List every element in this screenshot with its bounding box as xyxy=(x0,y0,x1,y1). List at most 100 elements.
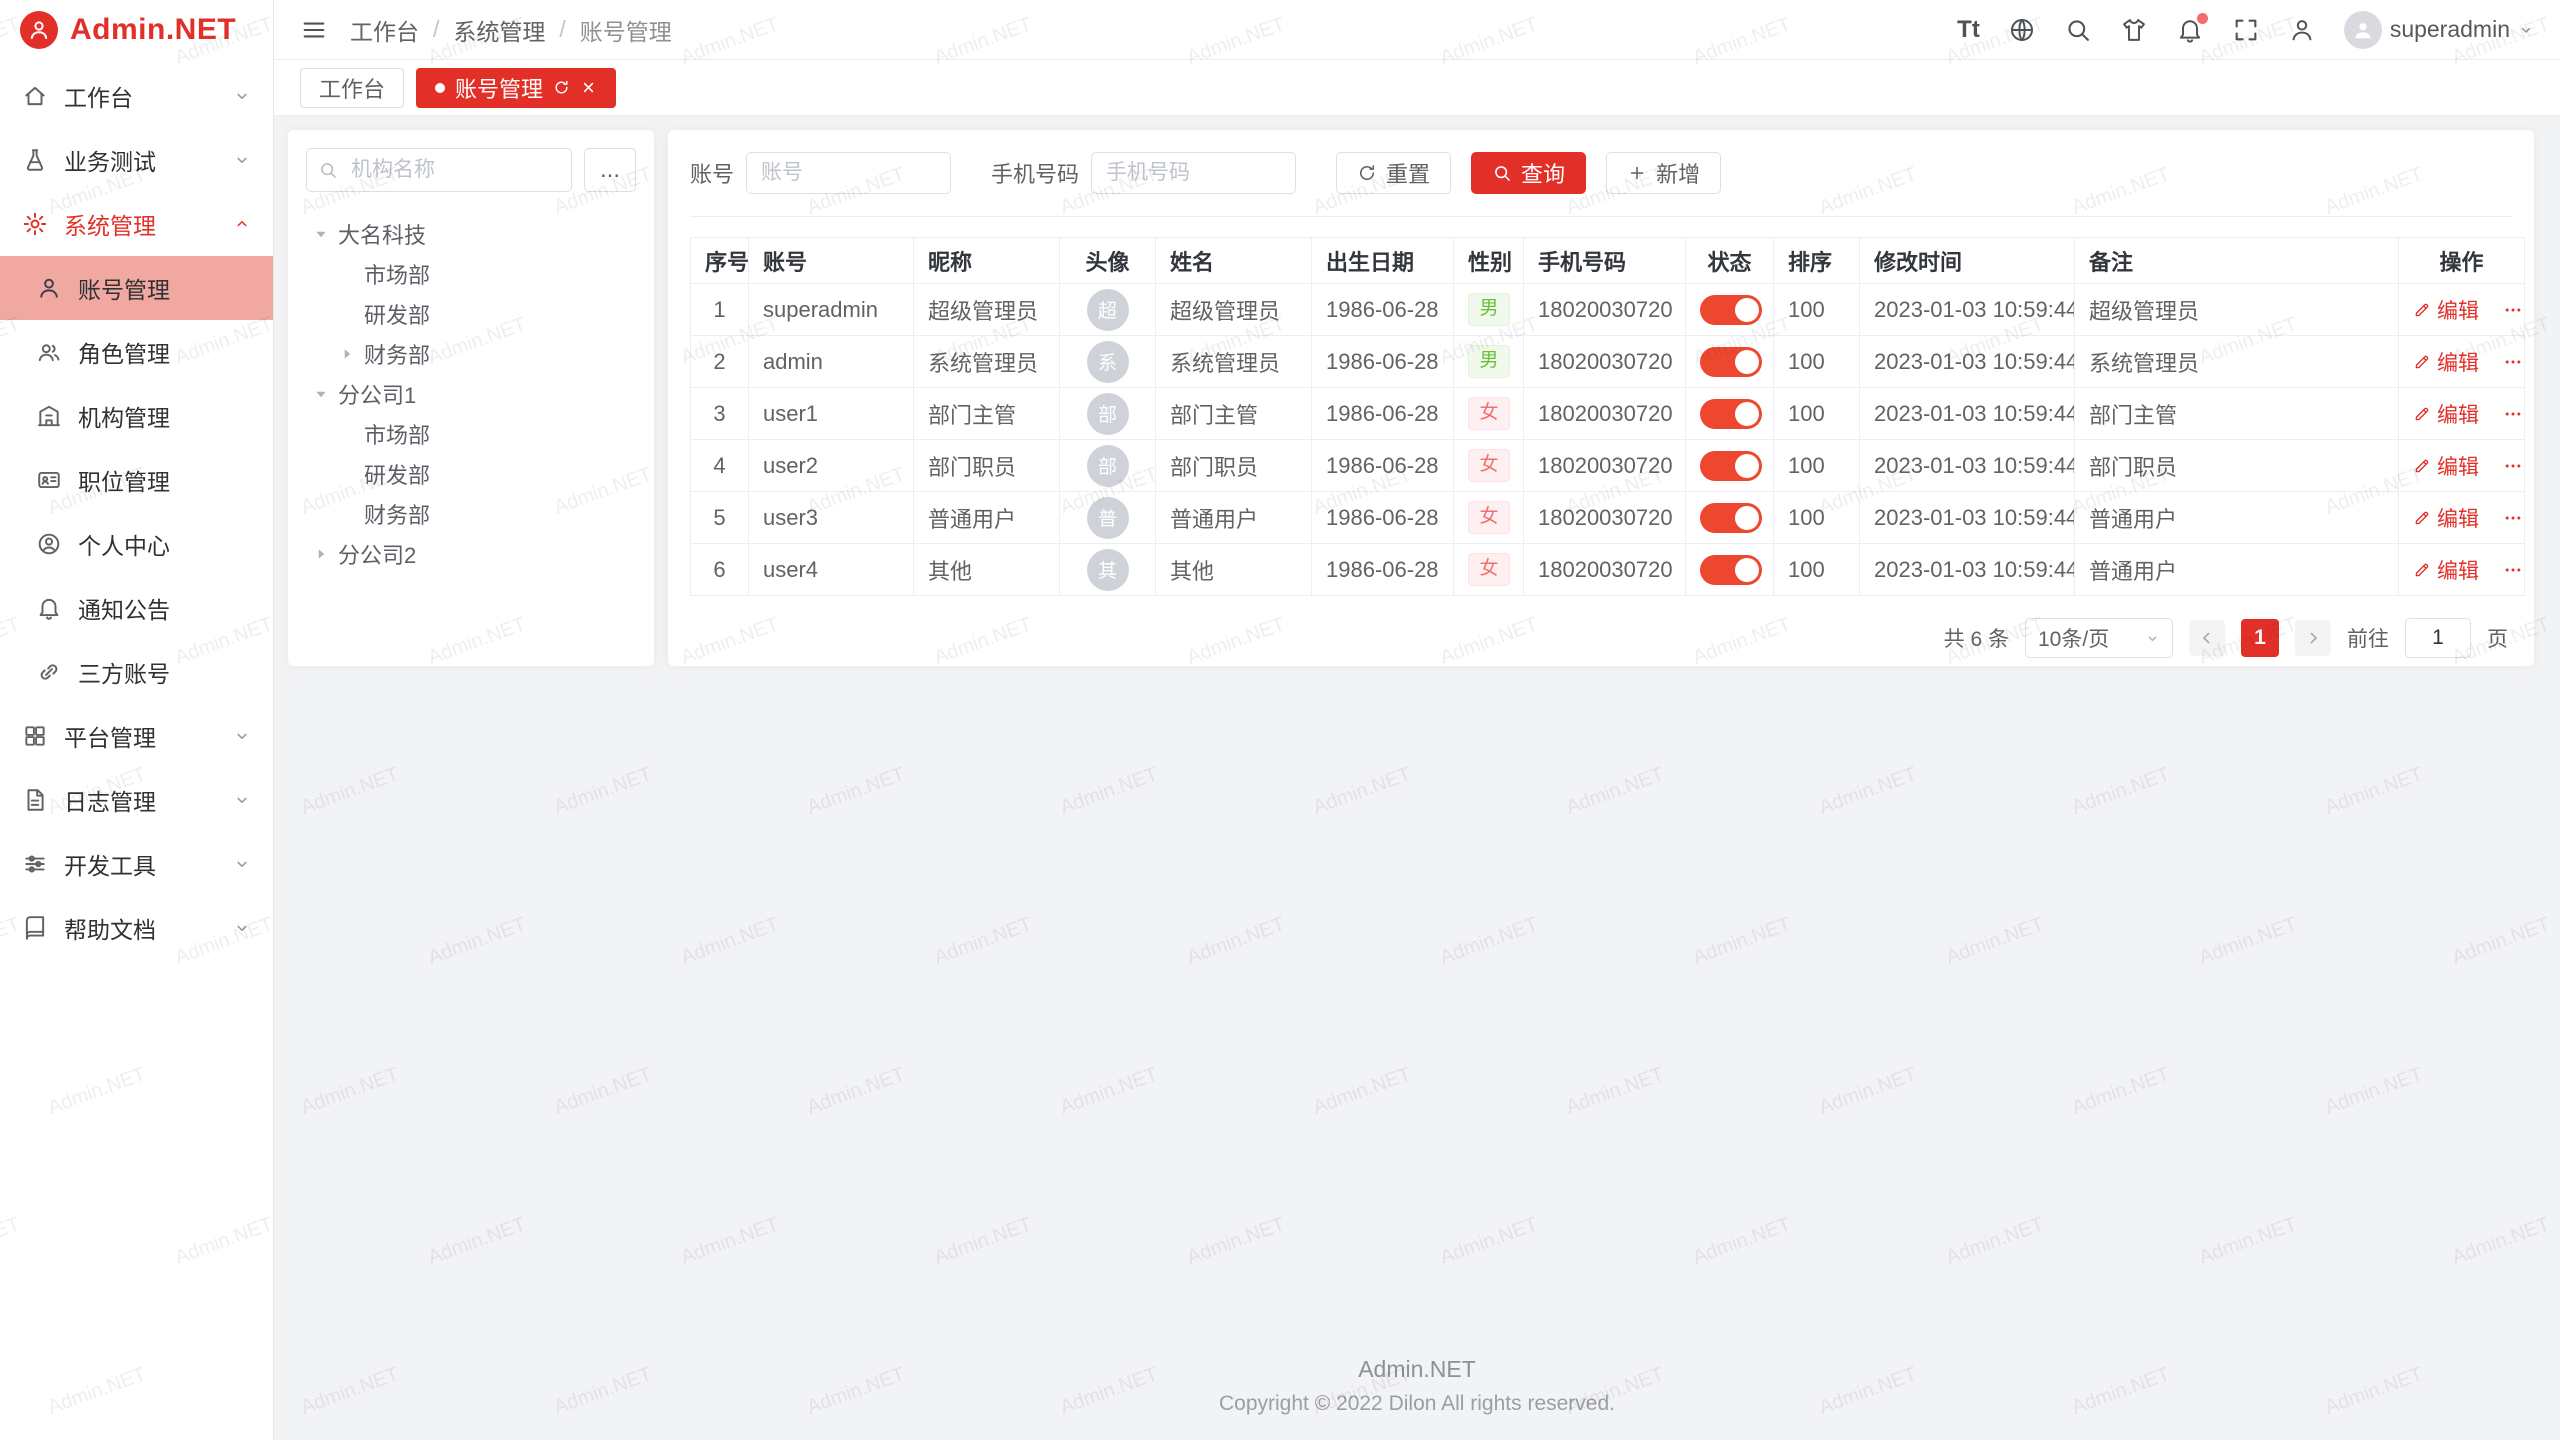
table-row: 1 superadmin 超级管理员 超 超级管理员 1986-06-28 男 … xyxy=(691,284,2525,336)
tree-node-label: 财务部 xyxy=(364,338,430,370)
page-number[interactable]: 1 xyxy=(2241,619,2279,657)
status-toggle[interactable] xyxy=(1700,399,1762,429)
cell-phone: 18020030720 xyxy=(1524,336,1686,388)
add-button[interactable]: 新增 xyxy=(1606,152,1721,194)
edit-label: 编辑 xyxy=(2437,451,2479,481)
tree-node[interactable]: 研发部 xyxy=(306,454,636,494)
cell-remark: 系统管理员 xyxy=(2075,336,2399,388)
page-size-select[interactable]: 10条/页 xyxy=(2025,618,2173,658)
caret-right-icon[interactable] xyxy=(336,345,358,363)
hamburger-button[interactable] xyxy=(300,16,328,44)
status-toggle[interactable] xyxy=(1700,347,1762,377)
more-actions-button[interactable] xyxy=(2503,508,2523,528)
user-icon[interactable] xyxy=(2288,16,2316,44)
account-input[interactable] xyxy=(746,152,951,194)
caret-down-icon[interactable] xyxy=(310,225,332,243)
tab-close-icon[interactable] xyxy=(580,79,597,96)
reset-button[interactable]: 重置 xyxy=(1336,152,1451,194)
more-actions-button[interactable] xyxy=(2503,404,2523,424)
main-area: 工作台 / 系统管理 / 账号管理 Tt superadmi xyxy=(274,0,2560,1440)
user-menu[interactable]: superadmin xyxy=(2344,11,2534,49)
tree-node[interactable]: 大名科技 xyxy=(306,214,636,254)
system-submenu: 账号管理 角色管理 机构管理 职位管理 个人中心 xyxy=(0,256,273,704)
search-query-button[interactable]: 查询 xyxy=(1471,152,1586,194)
status-toggle[interactable] xyxy=(1700,451,1762,481)
edit-button[interactable]: 编辑 xyxy=(2413,295,2479,325)
status-toggle[interactable] xyxy=(1700,555,1762,585)
sidebar-item-notice[interactable]: 通知公告 xyxy=(0,576,273,640)
cell-index: 5 xyxy=(691,492,749,544)
status-toggle[interactable] xyxy=(1700,503,1762,533)
search-button[interactable] xyxy=(2064,16,2092,44)
sidebar-item-role-management[interactable]: 角色管理 xyxy=(0,320,273,384)
cell-modified: 2023-01-03 10:59:44 xyxy=(1860,388,2075,440)
sidebar-item-label: 业务测试 xyxy=(64,143,156,177)
phone-input[interactable] xyxy=(1091,152,1296,194)
edit-button[interactable]: 编辑 xyxy=(2413,555,2479,585)
tree-node[interactable]: 市场部 xyxy=(306,254,636,294)
sidebar-item-dev-tools[interactable]: 开发工具 xyxy=(0,832,273,896)
cell-birth: 1986-06-28 xyxy=(1312,492,1454,544)
org-tree: 大名科技 市场部 研发部 财务部 xyxy=(306,214,636,574)
more-options-button[interactable]: ... xyxy=(584,148,636,192)
column-header: 昵称 xyxy=(914,238,1060,284)
sidebar-item-help-docs[interactable]: 帮助文档 xyxy=(0,896,273,960)
tree-node[interactable]: 分公司1 xyxy=(306,374,636,414)
sidebar-item-platform-management[interactable]: 平台管理 xyxy=(0,704,273,768)
tree-node[interactable]: 研发部 xyxy=(306,294,636,334)
tree-node[interactable]: 财务部 xyxy=(306,334,636,374)
chevron-down-icon xyxy=(233,727,251,745)
sidebar-item-position-management[interactable]: 职位管理 xyxy=(0,448,273,512)
sidebar-item-label: 角色管理 xyxy=(78,335,170,369)
more-actions-button[interactable] xyxy=(2503,352,2523,372)
fullscreen-icon[interactable] xyxy=(2232,16,2260,44)
breadcrumb-item[interactable]: 系统管理 xyxy=(453,13,545,47)
edit-button[interactable]: 编辑 xyxy=(2413,347,2479,377)
sidebar-item-account-management[interactable]: 账号管理 xyxy=(0,256,273,320)
sidebar-item-third-account[interactable]: 三方账号 xyxy=(0,640,273,704)
globe-button[interactable] xyxy=(2008,16,2036,44)
breadcrumb: 工作台 / 系统管理 / 账号管理 xyxy=(350,13,672,47)
logo: Admin.NET xyxy=(0,0,273,60)
breadcrumb-separator: / xyxy=(433,16,439,43)
tree-node[interactable]: 市场部 xyxy=(306,414,636,454)
sidebar-item-log-management[interactable]: 日志管理 xyxy=(0,768,273,832)
edit-button[interactable]: 编辑 xyxy=(2413,503,2479,533)
plus-icon xyxy=(1627,163,1647,183)
more-actions-button[interactable] xyxy=(2503,300,2523,320)
gender-badge: 女 xyxy=(1468,397,1510,430)
breadcrumb-item[interactable]: 工作台 xyxy=(350,13,419,47)
tab-account-management[interactable]: 账号管理 xyxy=(416,68,616,108)
edit-button[interactable]: 编辑 xyxy=(2413,451,2479,481)
caret-down-icon[interactable] xyxy=(310,385,332,403)
prev-page-button[interactable] xyxy=(2189,620,2225,656)
tab-refresh-icon[interactable] xyxy=(553,79,570,96)
goto-unit: 页 xyxy=(2487,623,2508,653)
notification-bell-icon[interactable] xyxy=(2176,16,2204,44)
cell-nickname: 普通用户 xyxy=(914,492,1060,544)
edit-icon xyxy=(2413,457,2431,475)
font-size-button[interactable]: Tt xyxy=(1957,16,1980,44)
tree-node-label: 市场部 xyxy=(364,418,430,450)
sidebar-item-workbench[interactable]: 工作台 xyxy=(0,64,273,128)
sidebar-item-system-management[interactable]: 系统管理 xyxy=(0,192,273,256)
tab-workbench[interactable]: 工作台 xyxy=(300,68,404,108)
tree-node-label: 分公司1 xyxy=(338,378,416,410)
column-header: 操作 xyxy=(2399,238,2525,284)
cell-sort: 100 xyxy=(1774,336,1860,388)
tree-node[interactable]: 分公司2 xyxy=(306,534,636,574)
caret-right-icon[interactable] xyxy=(310,545,332,563)
goto-page-input[interactable] xyxy=(2405,618,2471,658)
more-actions-button[interactable] xyxy=(2503,456,2523,476)
more-actions-button[interactable] xyxy=(2503,560,2523,580)
theme-icon[interactable] xyxy=(2120,16,2148,44)
sidebar-item-business-test[interactable]: 业务测试 xyxy=(0,128,273,192)
phone-label: 手机号码 xyxy=(991,157,1079,189)
next-page-button[interactable] xyxy=(2295,620,2331,656)
status-toggle[interactable] xyxy=(1700,295,1762,325)
edit-button[interactable]: 编辑 xyxy=(2413,399,2479,429)
sidebar-item-org-management[interactable]: 机构管理 xyxy=(0,384,273,448)
sidebar-item-user-center[interactable]: 个人中心 xyxy=(0,512,273,576)
tree-node[interactable]: 财务部 xyxy=(306,494,636,534)
org-search-input[interactable] xyxy=(306,148,572,192)
